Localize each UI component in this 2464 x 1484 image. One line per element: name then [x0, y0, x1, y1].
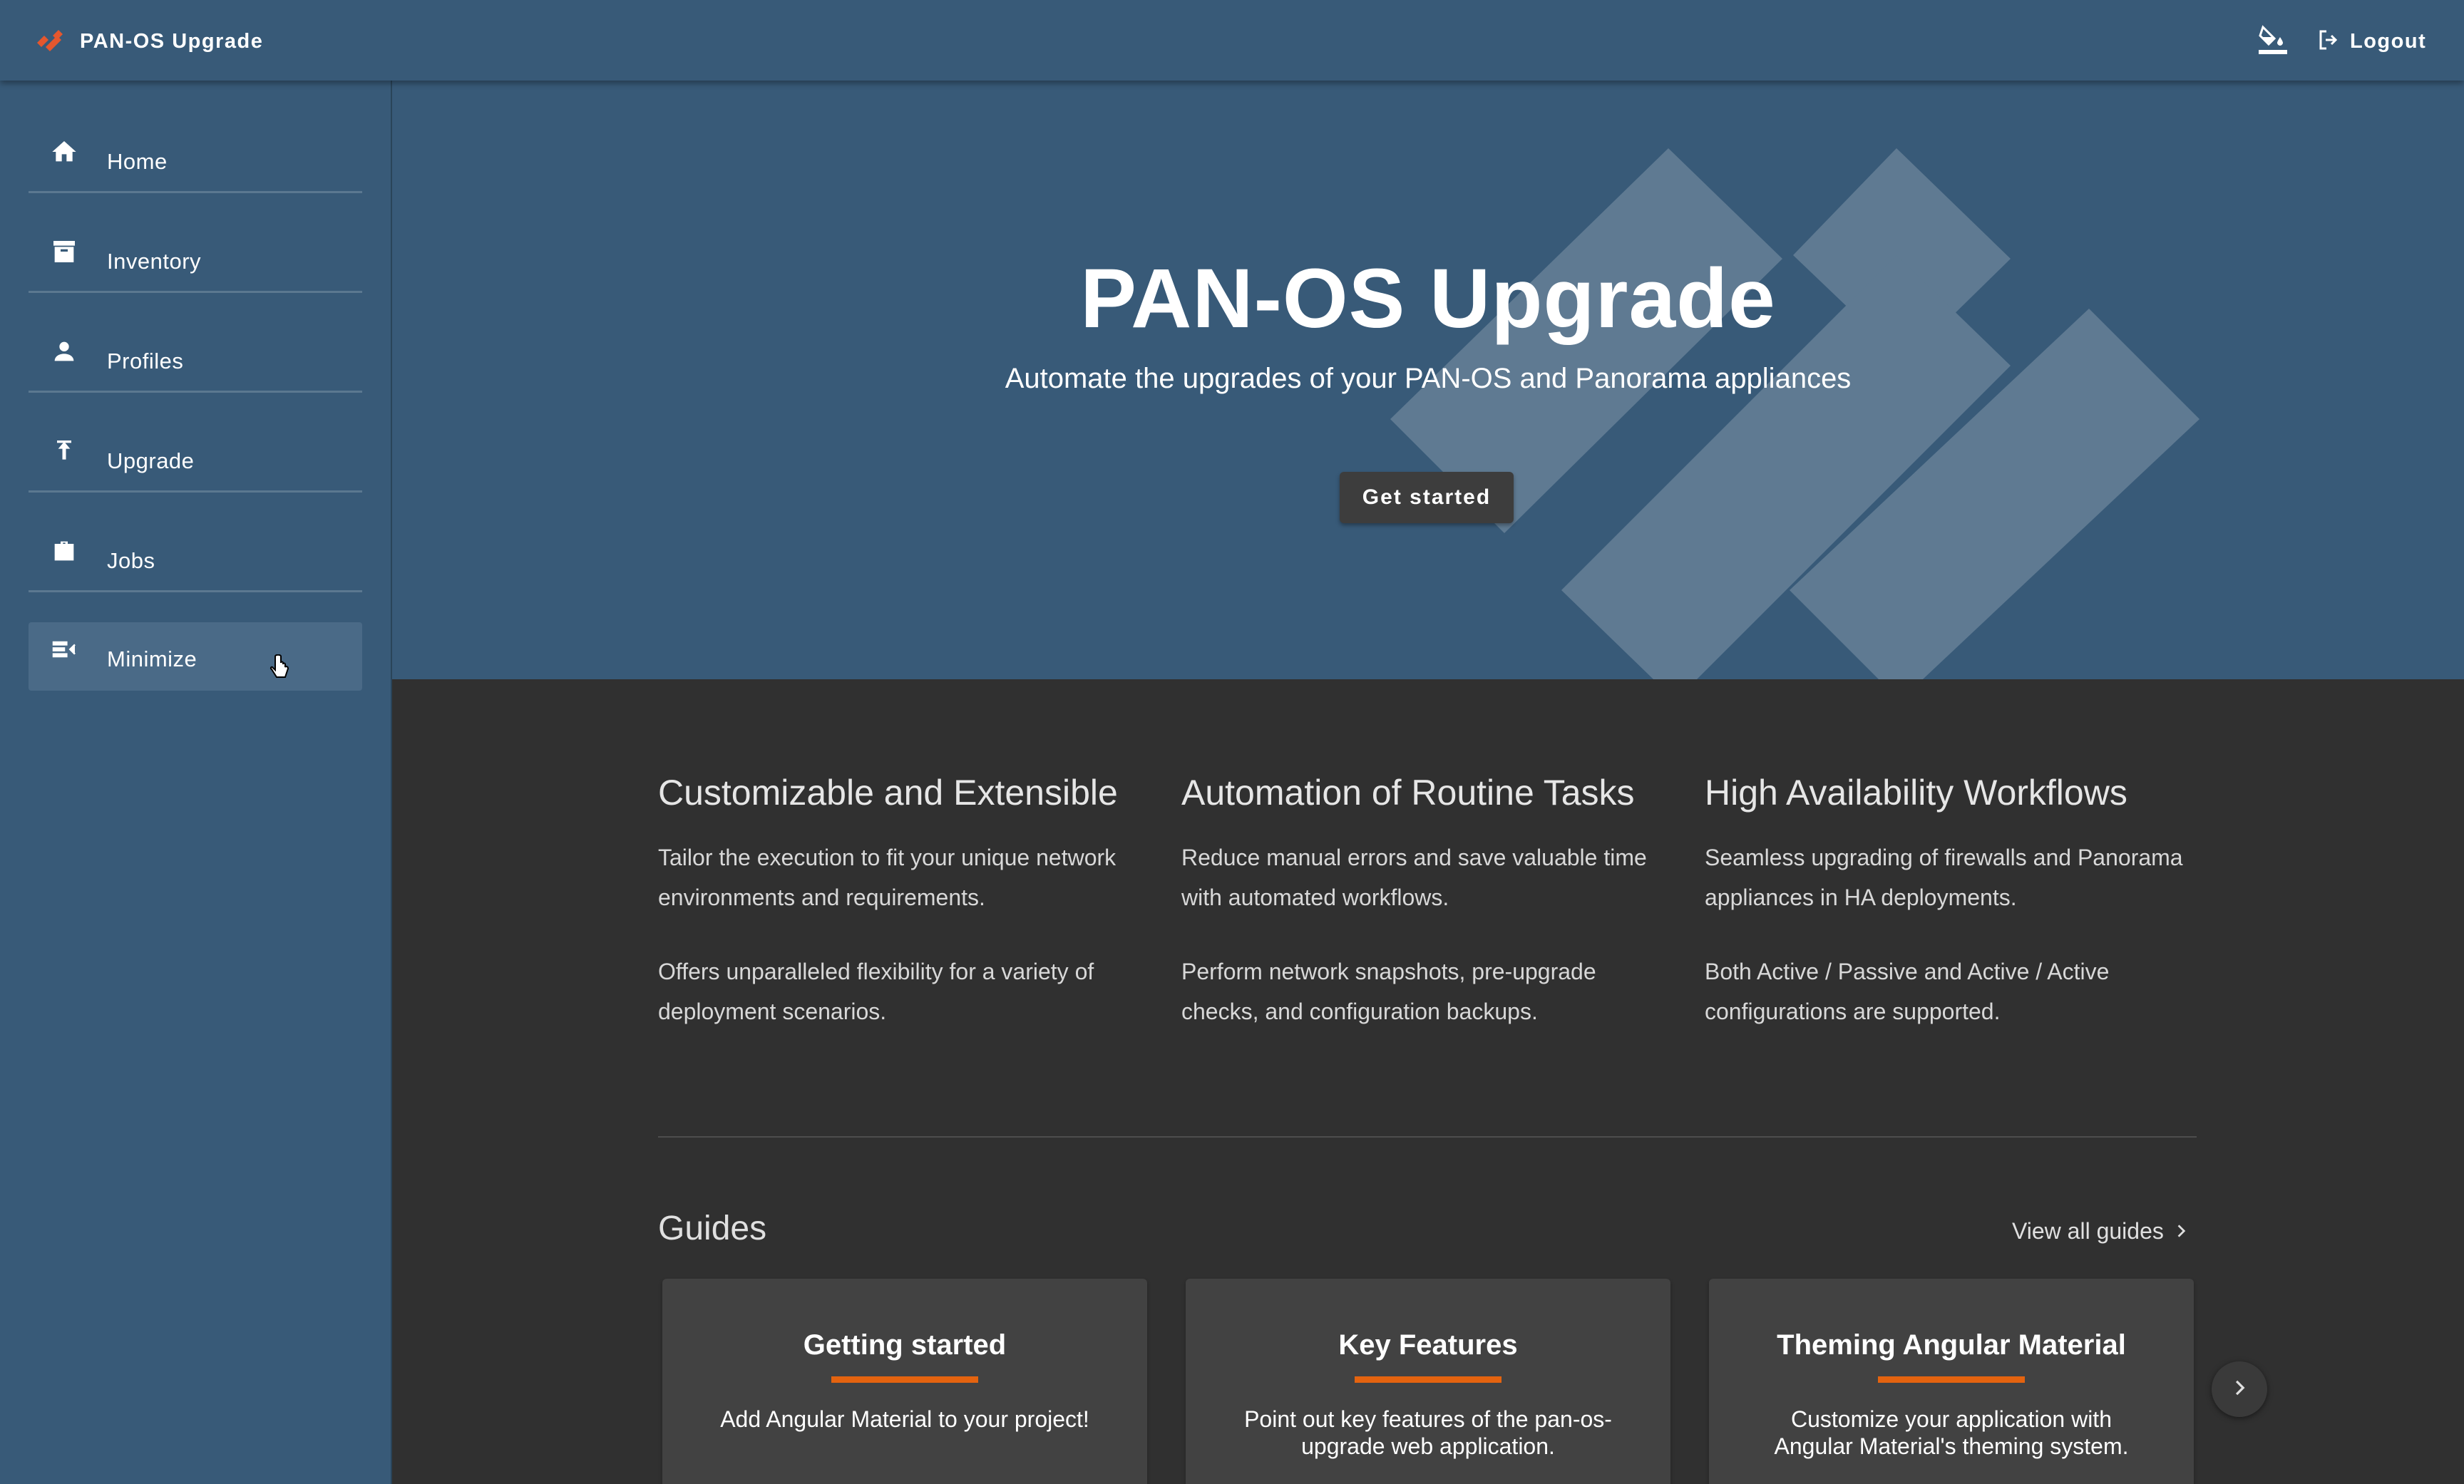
sidebar-item-minimize[interactable]: Minimize — [29, 622, 362, 691]
feature-title: High Availability Workflows — [1705, 773, 2127, 813]
guide-card-description: Point out key features of the pan-os-upg… — [1244, 1406, 1612, 1459]
feature-title: Automation of Routine Tasks — [1181, 773, 1635, 813]
hero-subtitle: Automate the upgrades of your PAN-OS and… — [1005, 363, 1852, 394]
sidebar-item-jobs[interactable]: Jobs — [29, 524, 362, 592]
side-navigation: Home Inventory Profiles Upgrade Jobs Min… — [0, 81, 392, 1484]
guides-title: Guides — [658, 1210, 767, 1247]
guide-card-key-features[interactable]: Key Features Point out key features of t… — [1186, 1279, 1670, 1484]
logout-label: Logout — [2350, 29, 2427, 53]
mouse-pointer-icon — [270, 654, 289, 678]
carousel-next-button[interactable] — [2212, 1361, 2267, 1417]
guide-card-title: Getting started — [803, 1329, 1007, 1361]
get-started-button[interactable]: Get started — [1340, 472, 1514, 523]
palo-alto-watermark-icon — [1390, 148, 2199, 679]
home-icon — [50, 138, 78, 166]
sidebar-item-upgrade[interactable]: Upgrade — [29, 424, 362, 493]
feature-paragraph: Tailor the execution to fit your unique … — [658, 845, 1116, 910]
chevron-right-icon — [2164, 1218, 2190, 1245]
feature-paragraph: Reduce manual errors and save valuable t… — [1181, 845, 1647, 910]
guide-card-title: Theming Angular Material — [1777, 1329, 2126, 1361]
section-divider — [658, 1136, 2197, 1138]
sidebar-item-label: Jobs — [107, 548, 155, 573]
theme-toggle-button[interactable] — [2253, 20, 2293, 60]
sidebar-item-profiles[interactable]: Profiles — [29, 324, 362, 393]
guide-card-accent-bar — [831, 1376, 978, 1383]
person-icon — [50, 337, 78, 366]
guide-card-title: Key Features — [1338, 1329, 1518, 1361]
app-title: PAN-OS Upgrade — [80, 30, 264, 53]
brand[interactable]: PAN-OS Upgrade — [34, 26, 263, 58]
feature-title: Customizable and Extensible — [658, 773, 1118, 813]
feature-high-availability: High Availability Workflows Seamless upg… — [1705, 772, 2190, 1031]
sidebar-item-inventory[interactable]: Inventory — [29, 225, 362, 293]
logout-button[interactable]: Logout — [2317, 21, 2426, 61]
sidebar-item-label: Minimize — [107, 646, 197, 671]
feature-automation: Automation of Routine Tasks Reduce manua… — [1181, 772, 1666, 1031]
upload-icon — [50, 437, 78, 465]
sidebar-item-home[interactable]: Home — [29, 125, 362, 193]
feature-paragraph: Perform network snapshots, pre-upgrade c… — [1181, 959, 1596, 1024]
format-color-fill-icon — [2256, 21, 2290, 59]
briefcase-icon — [50, 537, 78, 565]
palo-alto-logo-icon — [34, 26, 68, 58]
feature-paragraph: Offers unparalleled flexibility for a va… — [658, 959, 1094, 1024]
guide-card-description: Customize your application with Angular … — [1774, 1406, 2129, 1459]
guide-card-accent-bar — [1878, 1376, 2025, 1383]
feature-paragraph: Both Active / Passive and Active / Activ… — [1705, 959, 2110, 1024]
guide-card-theming[interactable]: Theming Angular Material Customize your … — [1709, 1279, 2194, 1484]
feature-customizable: Customizable and Extensible Tailor the e… — [658, 772, 1143, 1031]
view-all-guides-label: View all guides — [2012, 1218, 2164, 1244]
hero-title: PAN-OS Upgrade — [1080, 252, 1776, 346]
chevron-right-icon — [2230, 1379, 2249, 1401]
logout-icon — [2317, 29, 2340, 55]
top-toolbar: PAN-OS Upgrade Logout — [0, 0, 2464, 81]
sidebar-item-label: Upgrade — [107, 448, 195, 473]
sidebar-item-label: Profiles — [107, 349, 184, 373]
hero-banner: PAN-OS Upgrade Automate the upgrades of … — [392, 81, 2464, 679]
guide-card-getting-started[interactable]: Getting started Add Angular Material to … — [662, 1279, 1147, 1484]
feature-paragraph: Seamless upgrading of firewalls and Pano… — [1705, 845, 2183, 910]
sidebar-item-label: Inventory — [107, 249, 202, 274]
view-all-guides-link[interactable]: View all guides — [2012, 1218, 2190, 1245]
guide-card-description: Add Angular Material to your project! — [720, 1406, 1089, 1432]
sidebar-item-label: Home — [107, 149, 168, 174]
menu-collapse-icon — [50, 635, 78, 664]
archive-icon — [50, 237, 78, 266]
guide-card-accent-bar — [1355, 1376, 1502, 1383]
